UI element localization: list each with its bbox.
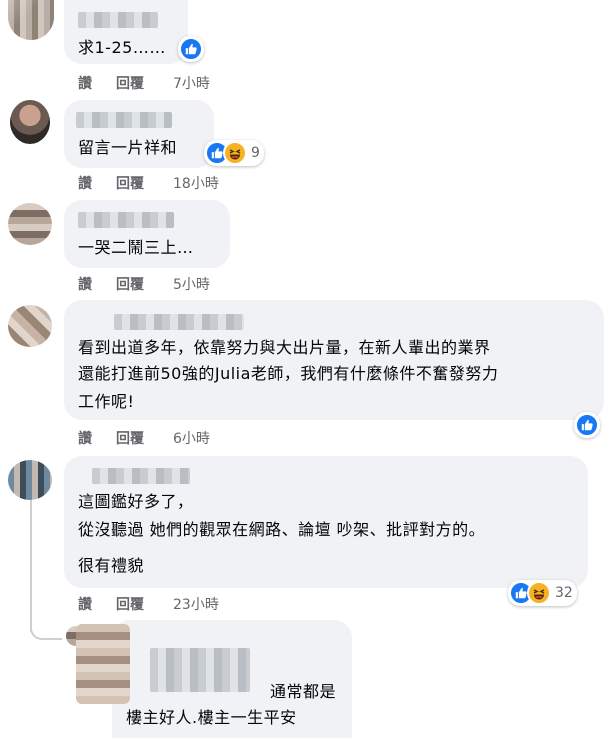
timestamp[interactable]: 7小時 <box>173 73 210 93</box>
commenter-avatar[interactable] <box>10 100 50 144</box>
reaction-summary[interactable]: 9 <box>204 140 264 166</box>
commenter-name[interactable] <box>114 314 244 330</box>
comment-text: 很有禮貌 <box>78 556 145 575</box>
like-link[interactable]: 讚 <box>78 173 92 193</box>
reaction-count: 9 <box>251 145 260 161</box>
comment-text: 從沒聽過 她們的觀眾在網路、論壇 吵架、批評對方的。 <box>78 520 486 539</box>
comment-actions: 讚 回覆 5小時 <box>78 274 278 294</box>
comment-text: 一哭二鬧三上… <box>78 238 194 257</box>
haha-icon <box>527 581 551 605</box>
reply-text: 通常都是 <box>270 682 337 701</box>
timestamp[interactable]: 23小時 <box>173 594 219 614</box>
commenter-name[interactable] <box>76 112 172 128</box>
commenter-avatar[interactable] <box>8 0 54 40</box>
reaction-count: 32 <box>555 585 573 601</box>
thread-connector <box>30 620 62 640</box>
timestamp[interactable]: 5小時 <box>173 274 210 294</box>
reply-link[interactable]: 回覆 <box>116 594 144 614</box>
reaction-summary[interactable] <box>178 36 204 62</box>
reply-image-blurred <box>76 624 130 704</box>
comment-actions: 讚 回覆 6小時 <box>78 428 278 448</box>
comment-text: 還能打進前50強的Julia老師，我們有什麼條件不奮發努力 <box>78 364 499 383</box>
commenter-avatar[interactable] <box>8 460 52 500</box>
comment-actions: 讚 回覆 23小時 <box>78 594 278 614</box>
commenter-avatar[interactable] <box>8 305 52 347</box>
commenter-name[interactable] <box>78 12 158 28</box>
reply-link[interactable]: 回覆 <box>116 73 144 93</box>
comment-text: 求1-25…… <box>78 38 166 57</box>
comment-text: 這圖鑑好多了， <box>78 492 194 511</box>
comment-text: 留言一片祥和 <box>78 138 178 157</box>
like-link[interactable]: 讚 <box>78 274 92 294</box>
commenter-name[interactable] <box>78 212 174 228</box>
comment-actions: 讚 回覆 7小時 <box>78 73 278 93</box>
like-link[interactable]: 讚 <box>78 428 92 448</box>
haha-icon <box>223 141 247 165</box>
reply-text: 樓主好人.樓主一生平安 <box>126 708 297 727</box>
reply-link[interactable]: 回覆 <box>116 428 144 448</box>
comment-text: 看到出道多年，依靠努力與大出片量，在新人輩出的業界 <box>78 338 491 357</box>
timestamp[interactable]: 6小時 <box>173 428 210 448</box>
like-icon <box>179 37 203 61</box>
comment-text: 工作呢! <box>78 392 135 411</box>
like-icon <box>575 413 599 437</box>
comment-actions: 讚 回覆 18小時 <box>78 173 278 193</box>
reaction-summary[interactable]: 32 <box>508 580 577 606</box>
like-link[interactable]: 讚 <box>78 594 92 614</box>
timestamp[interactable]: 18小時 <box>173 173 219 193</box>
reply-link[interactable]: 回覆 <box>116 173 144 193</box>
commenter-name[interactable] <box>92 468 190 484</box>
commenter-avatar[interactable] <box>8 203 52 245</box>
reply-link[interactable]: 回覆 <box>116 274 144 294</box>
like-link[interactable]: 讚 <box>78 73 92 93</box>
reaction-summary[interactable] <box>574 412 600 438</box>
reply-name[interactable] <box>150 648 250 692</box>
thread-line <box>30 500 32 632</box>
